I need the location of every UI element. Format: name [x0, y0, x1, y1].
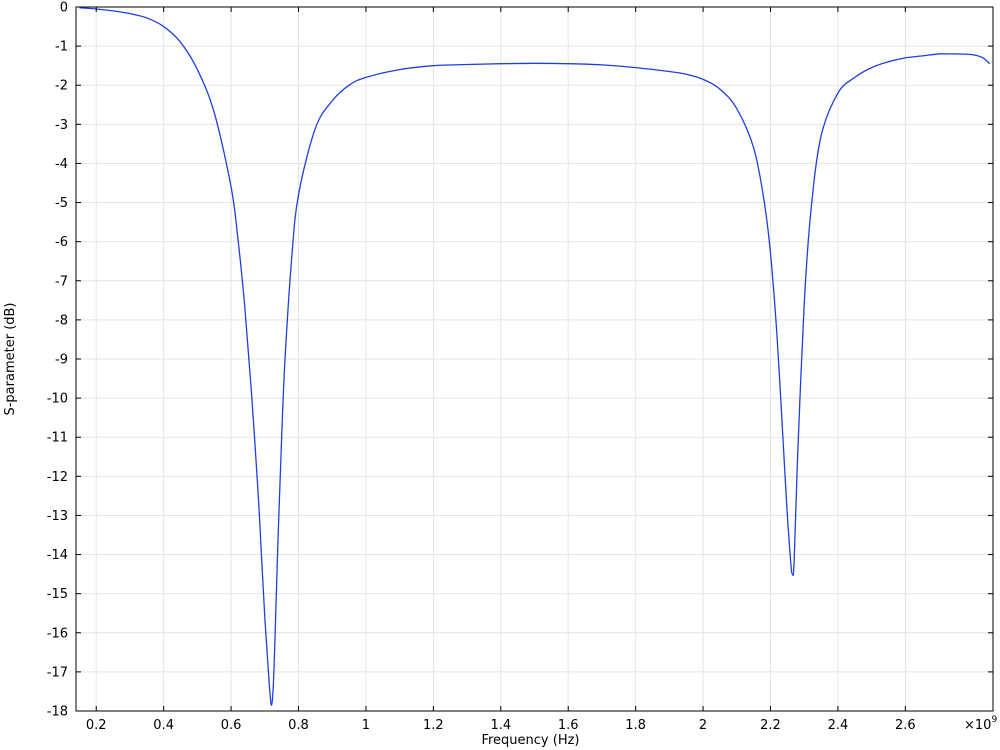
x-multiplier-base: ×10 — [964, 718, 991, 733]
x-tick-label: 0.6 — [221, 718, 242, 733]
y-tick-label: -5 — [55, 196, 68, 211]
y-tick-label: -6 — [55, 235, 68, 250]
x-tick-label: 1.2 — [423, 718, 444, 733]
x-multiplier-exponent: 9 — [991, 715, 997, 725]
x-axis-label: Frequency (Hz) — [481, 733, 579, 748]
y-tick-label: -11 — [47, 431, 68, 446]
chart: 0.2 0.4 0.6 0.8 1 1.2 1.4 1.6 1.8 2 2.2 2.4 2.6 0 -1 -2… — [0, 0, 1000, 750]
y-tick-label: -13 — [47, 509, 68, 524]
y-tick-label: -7 — [55, 274, 68, 289]
y-tick-label: -16 — [47, 626, 68, 641]
x-tick-label: 2.6 — [895, 718, 916, 733]
y-tick-label: -1 — [55, 40, 68, 55]
y-tick-label: -18 — [47, 705, 68, 720]
x-axis-multiplier: ×109 — [964, 715, 997, 733]
y-tick-label: -14 — [47, 548, 68, 563]
y-tick-label: -15 — [47, 587, 68, 602]
x-tick-label: 0.2 — [86, 718, 107, 733]
series-layer — [79, 7, 991, 706]
tick-labels: 0.2 0.4 0.6 0.8 1 1.2 1.4 1.6 1.8 2 2.2 2.4 2.6 0 -1 -2… — [47, 1, 916, 734]
y-tick-label: 0 — [60, 1, 68, 16]
x-tick-label: 0.8 — [288, 718, 309, 733]
x-tick-label: 1 — [362, 718, 370, 733]
x-tick-label: 1.6 — [558, 718, 579, 733]
y-tick-label: -10 — [47, 392, 68, 407]
y-tick-label: -2 — [55, 79, 68, 94]
x-tick-label: 0.4 — [153, 718, 174, 733]
y-tick-label: -12 — [47, 470, 68, 485]
y-axis-label: S-parameter (dB) — [3, 302, 18, 415]
y-tick-label: -17 — [47, 665, 68, 680]
x-tick-label: 1.8 — [625, 718, 646, 733]
x-tick-label: 2.4 — [828, 718, 849, 733]
y-tick-label: -3 — [55, 118, 68, 133]
x-tick-label: 2 — [699, 718, 707, 733]
y-tick-label: -8 — [55, 313, 68, 328]
y-tick-label: -9 — [55, 353, 68, 368]
x-tick-label: 2.2 — [760, 718, 781, 733]
x-tick-label: 1.4 — [490, 718, 511, 733]
y-tick-label: -4 — [55, 157, 68, 172]
series-line — [79, 7, 991, 706]
line-chart: 0.2 0.4 0.6 0.8 1 1.2 1.4 1.6 1.8 2 2.2 2.4 2.6 0 -1 -2… — [3, 1, 997, 749]
